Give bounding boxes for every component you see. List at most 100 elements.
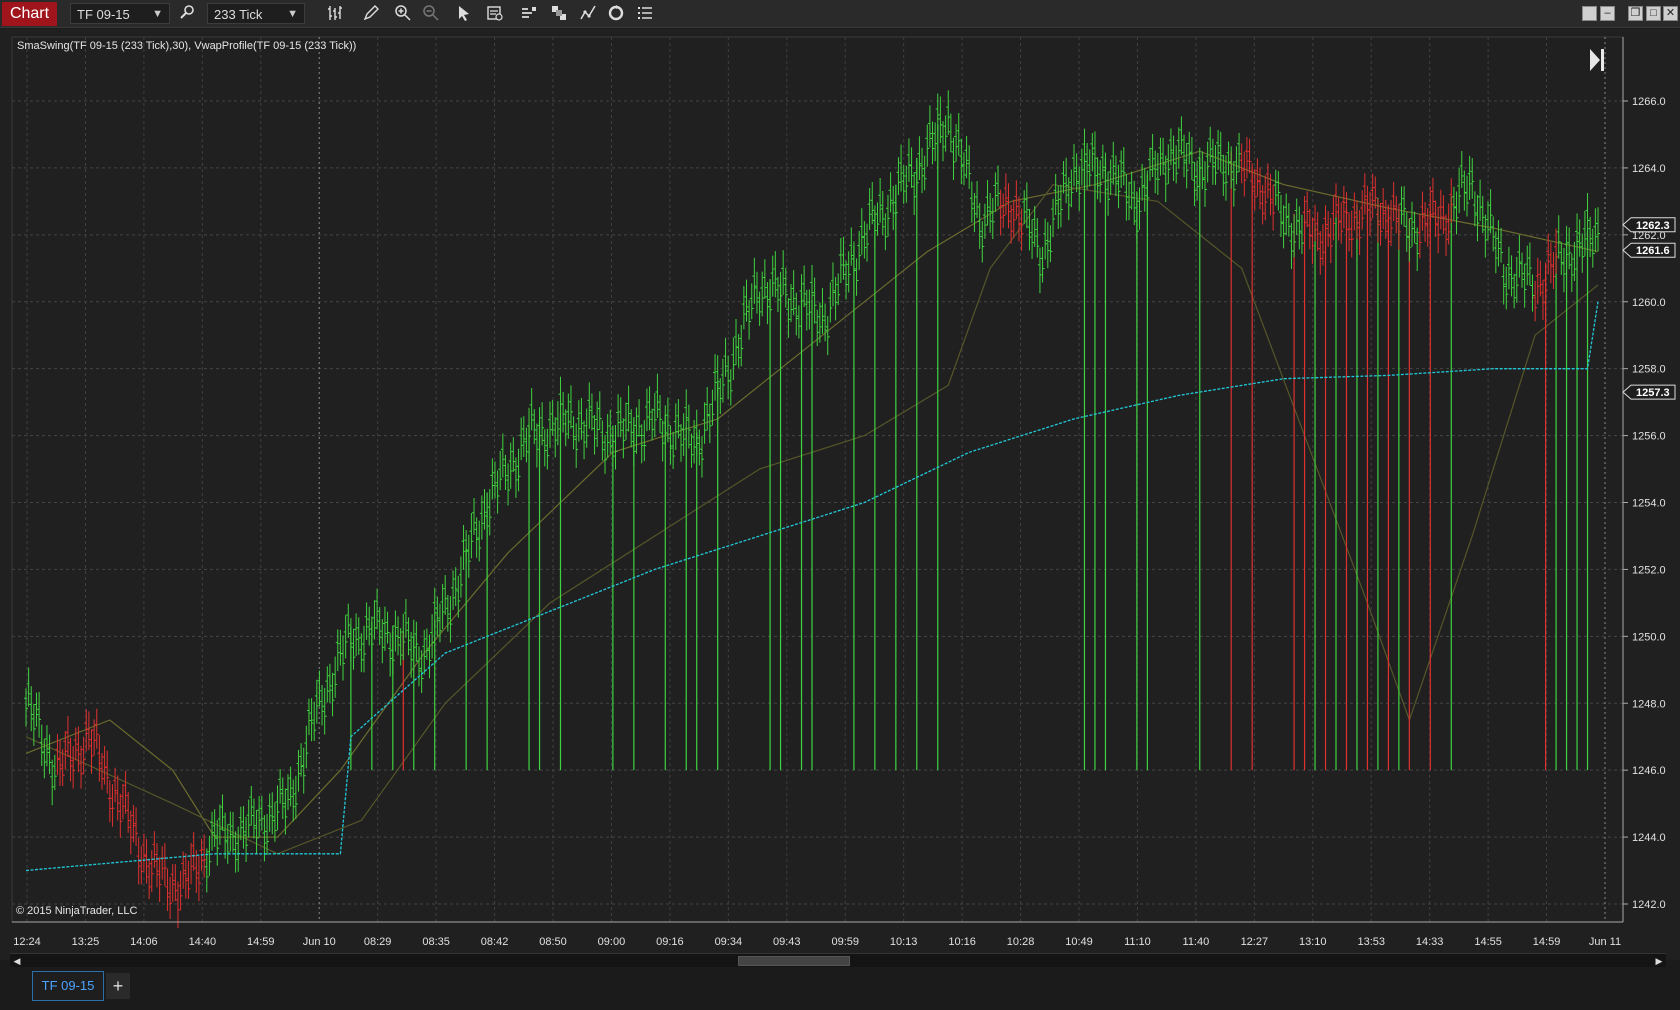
price-bar [375,588,380,630]
price-bar [1176,127,1181,169]
price-bar [335,629,340,672]
price-bar [1425,207,1430,247]
price-bar [1457,167,1462,214]
price-bar [367,606,372,646]
price-bar [440,583,445,630]
price-bar [293,775,298,820]
price-bar [922,155,927,191]
price-bar [566,393,571,439]
price-bar [126,792,131,833]
price-bar [71,746,76,789]
price-bar [851,241,856,287]
price-bar [878,177,883,223]
instrument-selector[interactable]: TF 09-15 ▼ [70,3,170,24]
price-bar [1302,196,1307,241]
window-maximize-button[interactable]: □ [1646,6,1661,21]
horizontal-scrollbar[interactable]: ◀ ▶ [10,953,1666,967]
x-tick-label: 14:06 [130,936,158,948]
window-minimize-button[interactable]: – [1600,6,1615,21]
price-bar [655,373,660,419]
price-bar [747,299,752,340]
instrument-tab-bar: TF 09-15 + [0,967,1680,1010]
price-bar [862,221,867,259]
price-bar [1493,231,1498,274]
price-bar [906,138,911,182]
price-bar [1252,169,1257,211]
tab-tf-09-15[interactable]: TF 09-15 [32,971,104,1001]
interval-selector[interactable]: 233 Tick ▼ [207,3,305,24]
price-bar [183,853,188,899]
price-bar [254,809,259,855]
scroll-thumb[interactable] [738,956,850,966]
price-bar [1082,128,1087,169]
price-bar [1085,143,1090,190]
price-bar [1520,252,1525,288]
strategy-icon[interactable] [548,4,570,24]
price-bar [1373,176,1378,209]
window-restore-button[interactable]: ❐ [1628,6,1643,21]
zoom-in-icon[interactable] [392,4,414,24]
price-bar [658,395,663,433]
order-icon[interactable] [518,4,540,24]
price-bar [401,613,406,661]
price-bar [469,512,474,559]
price-bar [299,743,304,777]
window-tile-button[interactable] [1582,6,1597,21]
price-bar [668,425,673,465]
data-box-icon[interactable] [484,4,506,24]
price-bar [1420,191,1425,231]
price-bar [954,123,959,162]
price-bar [982,203,987,239]
price-bar [1040,246,1045,283]
price-bar [333,656,338,698]
chart-panel[interactable]: 1266.0 1264.0 1262.0 1260.0 1258.0 1256.0 1254… [0,29,1680,960]
price-bar [1284,193,1289,236]
price-bar [97,734,102,782]
pencil-icon[interactable] [360,4,382,24]
price-bar [589,393,594,431]
price-bar [272,802,277,842]
price-bar [613,424,618,470]
add-tab-button[interactable]: + [106,973,130,999]
price-chart[interactable]: 1266.01264.01262.01260.01258.01256.01254… [0,29,1680,960]
price-bar [1147,147,1152,181]
price-bar [1289,223,1294,269]
price-bar [1328,217,1333,264]
price-bar [1051,198,1056,238]
price-bar [977,202,982,249]
price-bar [1446,203,1451,245]
price-bar [191,832,196,871]
scroll-right-icon[interactable]: ▶ [1652,954,1666,968]
price-bar [1255,158,1260,197]
price-bar [1035,218,1040,258]
indicator-icon[interactable] [577,4,599,24]
scroll-to-end-icon[interactable] [1590,49,1604,71]
price-bar [1137,187,1142,230]
chart-toolbar: Chart TF 09-15 ▼ 233 Tick ▼ – ❐ □ ✕ [0,0,1680,28]
price-bar [998,189,1003,236]
price-bar [385,611,390,644]
price-marker-label: 1257.3 [1636,387,1670,399]
price-bar [1166,144,1171,185]
refresh-icon[interactable] [605,4,627,24]
price-bar [736,334,741,368]
price-bar [1441,195,1446,235]
price-bar [1588,216,1593,257]
scroll-left-icon[interactable]: ◀ [10,954,24,968]
bar-type-icon[interactable] [324,4,346,24]
properties-icon[interactable] [634,4,656,24]
pointer-icon[interactable] [453,4,475,24]
price-bar [1213,145,1218,185]
magnifier-icon[interactable] [176,4,198,24]
price-bar [689,433,694,468]
x-tick-label: 14:33 [1416,936,1444,948]
zoom-out-icon[interactable] [420,4,442,24]
price-bar [369,616,374,662]
price-bar [770,255,775,297]
window-close-button[interactable]: ✕ [1663,6,1678,21]
chart-title-tab[interactable]: Chart [2,2,57,26]
price-bar [582,420,587,460]
price-bar [1496,220,1501,267]
price-bar [1048,225,1053,263]
price-bar [872,205,877,249]
